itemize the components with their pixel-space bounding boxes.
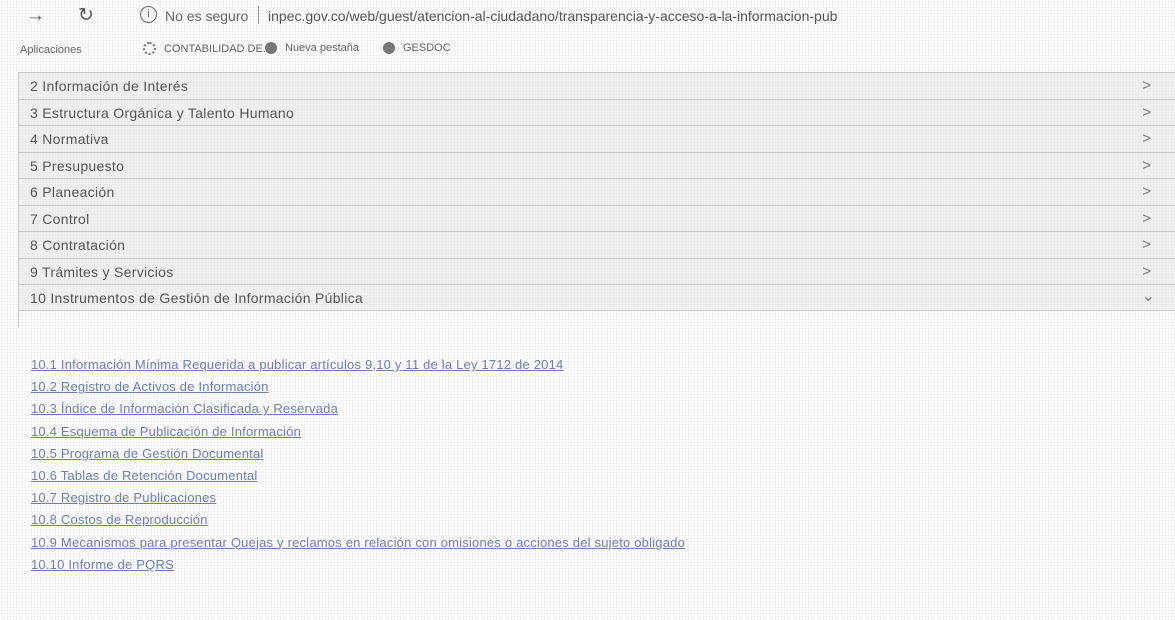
chevron-right-icon: > xyxy=(1142,103,1151,121)
bookmark-label: GESDOC xyxy=(403,42,451,54)
accordion-item-estructura-organica[interactable]: 3 Estructura Orgánica y Talento Humano > xyxy=(18,98,1175,125)
accordion-item-presupuesto[interactable]: 5 Presupuesto > xyxy=(18,151,1175,178)
reload-icon[interactable]: ↻ xyxy=(78,6,94,26)
bookmark-nueva-pestana[interactable]: Nueva pestaña xyxy=(265,42,359,54)
bookmark-contabilidad[interactable]: CONTABILIDAD DE... xyxy=(143,42,272,55)
gear-icon xyxy=(143,42,156,55)
chevron-right-icon: > xyxy=(1142,130,1151,147)
globe-icon xyxy=(265,42,277,54)
globe-icon xyxy=(383,42,395,54)
link-registro-activos[interactable]: 10.2 Registro de Activos de Información xyxy=(31,379,1131,401)
bookmark-gesdoc[interactable]: GESDOC xyxy=(383,42,451,54)
link-registro-publicaciones[interactable]: 10.7 Registro de Publicaciones xyxy=(31,490,1131,512)
accordion-item-informacion-interes[interactable]: 2 Información de Interés > xyxy=(18,72,1175,99)
accordion-item-contratacion[interactable]: 8 Contratación > xyxy=(18,231,1175,258)
accordion-item-label: 8 Contratación xyxy=(30,237,126,253)
accordion-item-label: 6 Planeación xyxy=(30,184,115,200)
chevron-right-icon: > xyxy=(1142,77,1151,94)
accordion-item-planeacion[interactable]: 6 Planeación > xyxy=(18,178,1175,205)
bookmark-label: CONTABILIDAD DE... xyxy=(164,42,272,55)
security-status[interactable]: No es seguro xyxy=(165,8,248,24)
accordion-item-label: 5 Presupuesto xyxy=(30,157,125,174)
accordion-item-label: 10 Instrumentos de Gestión de Informació… xyxy=(30,290,363,306)
address-bar: → ↻ i No es seguro inpec.gov.co/web/gues… xyxy=(0,0,1175,34)
accordion-item-control[interactable]: 7 Control > xyxy=(18,204,1175,231)
link-programa-gestion-documental[interactable]: 10.5 Programa de Gestión Documental xyxy=(31,446,1131,468)
back-arrow-icon[interactable]: → xyxy=(26,6,45,26)
accordion-item-label: 2 Información de Interés xyxy=(30,78,189,94)
accordion-menu: 2 Información de Interés > 3 Estructura … xyxy=(18,72,1175,311)
chevron-right-icon: > xyxy=(1142,183,1151,200)
info-icon[interactable]: i xyxy=(140,6,157,23)
accordion-item-tramites-servicios[interactable]: 9 Trámites y Servicios > xyxy=(18,257,1175,284)
link-tablas-retencion[interactable]: 10.6 Tablas de Retención Documental xyxy=(31,468,1131,490)
link-mecanismos-quejas[interactable]: 10.9 Mecanismos para presentar Quejas y … xyxy=(31,535,1131,557)
link-informe-pqrs[interactable]: 10.10 Informe de PQRS xyxy=(31,557,1131,579)
chevron-right-icon: > xyxy=(1142,236,1151,253)
accordion-item-label: 9 Trámites y Servicios xyxy=(30,263,174,280)
link-informacion-minima[interactable]: 10.1 Información Mínima Requerida a publ… xyxy=(31,357,1131,379)
chevron-right-icon: > xyxy=(1142,156,1151,174)
link-indice-informacion-clasificada[interactable]: 10.3 Índice de Información Clasificada y… xyxy=(31,401,1131,423)
bookmark-apps[interactable]: Aplicaciones xyxy=(20,44,82,56)
instrumentos-links-list: 10.1 Información Mínima Requerida a publ… xyxy=(31,357,1131,579)
link-esquema-publicacion[interactable]: 10.4 Esquema de Publicación de Informaci… xyxy=(31,424,1131,446)
bookmarks-bar: Aplicaciones CONTABILIDAD DE... Nueva pe… xyxy=(0,36,1175,62)
chevron-down-icon: ⌄ xyxy=(1141,288,1155,305)
accordion-item-instrumentos-gestion[interactable]: 10 Instrumentos de Gestión de Informació… xyxy=(18,284,1175,311)
accordion-item-label: 4 Normativa xyxy=(30,131,109,147)
url-field[interactable]: inpec.gov.co/web/guest/atencion-al-ciuda… xyxy=(268,8,837,24)
chevron-right-icon: > xyxy=(1142,209,1151,227)
accordion-item-label: 3 Estructura Orgánica y Talento Humano xyxy=(30,104,295,121)
bookmark-label: Nueva pestaña xyxy=(285,42,359,54)
chevron-right-icon: > xyxy=(1142,262,1151,280)
accordion-item-normativa[interactable]: 4 Normativa > xyxy=(18,125,1175,152)
link-costos-reproduccion[interactable]: 10.8 Costos de Reproducción xyxy=(31,512,1131,534)
url-separator xyxy=(258,6,259,24)
accordion-item-label: 7 Control xyxy=(30,210,90,227)
